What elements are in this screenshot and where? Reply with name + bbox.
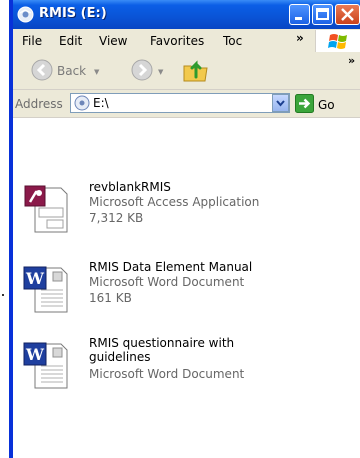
list-item[interactable]: W RMIS Data Element Manual Microsoft Wor… [13, 260, 343, 330]
window-title: RMIS (E:) [39, 6, 107, 21]
desktop-edge [0, 0, 9, 458]
maximize-button[interactable] [312, 4, 333, 25]
standard-toolbar: Back ▼ ▼ » [13, 52, 360, 90]
address-label: Address [15, 97, 63, 111]
go-button-label[interactable]: Go [318, 98, 335, 112]
file-list: revblankRMIS Microsoft Access Applicatio… [13, 118, 360, 458]
close-button[interactable] [335, 4, 360, 25]
address-input[interactable]: E:\ [70, 93, 290, 113]
drive-icon [74, 95, 90, 111]
address-value: E:\ [93, 96, 109, 110]
svg-text:W: W [25, 345, 45, 364]
maximize-icon [316, 8, 329, 20]
menu-tools[interactable]: Toc [223, 34, 249, 48]
menu-edit[interactable]: Edit [59, 34, 82, 48]
menu-file[interactable]: File [22, 34, 42, 48]
up-folder-icon[interactable] [181, 56, 209, 84]
address-dropdown-button[interactable] [272, 94, 289, 112]
forward-arrow-icon[interactable] [131, 59, 153, 81]
menu-favorites[interactable]: Favorites [150, 34, 204, 48]
access-document-icon [24, 185, 68, 233]
windows-flag-icon [328, 34, 347, 49]
forward-dropdown-icon[interactable]: ▼ [158, 68, 163, 76]
file-name: revblankRMIS [89, 180, 171, 194]
back-dropdown-icon[interactable]: ▼ [94, 68, 99, 76]
file-size: 7,312 KB [89, 211, 144, 225]
word-document-icon: W [23, 342, 68, 389]
close-icon [341, 8, 354, 21]
menu-overflow-chevron[interactable]: » [296, 31, 304, 45]
title-bar[interactable]: RMIS (E:) [13, 0, 360, 29]
chevron-down-icon [276, 100, 285, 107]
list-item[interactable]: W RMIS questionnaire with guidelines Mic… [13, 336, 343, 406]
drive-icon [17, 6, 34, 23]
menu-bar: File Edit View Favorites Toc » [13, 29, 360, 53]
file-type: Microsoft Word Document [89, 367, 245, 381]
file-type: Microsoft Word Document [89, 275, 245, 289]
back-arrow-icon[interactable] [31, 59, 53, 81]
minimize-button[interactable] [289, 4, 310, 25]
explorer-window: RMIS (E:) File Edit View Favorites Toc » [9, 0, 360, 458]
windows-logo [315, 30, 360, 52]
file-size: 161 KB [89, 291, 132, 305]
toolbar-overflow-chevron[interactable]: » [348, 54, 355, 67]
list-item[interactable]: revblankRMIS Microsoft Access Applicatio… [13, 180, 343, 250]
file-name: RMIS Data Element Manual [89, 260, 253, 274]
back-button-label[interactable]: Back [57, 64, 86, 78]
file-name: RMIS questionnaire with guidelines [89, 336, 235, 364]
svg-text:W: W [25, 269, 45, 288]
go-arrow-icon[interactable] [295, 94, 314, 113]
desktop-dot [2, 294, 4, 296]
word-document-icon: W [23, 266, 68, 313]
address-bar: Address E:\ Go [13, 90, 360, 118]
minimize-icon [295, 17, 302, 20]
menu-view[interactable]: View [99, 34, 127, 48]
file-type: Microsoft Access Application [89, 195, 260, 209]
